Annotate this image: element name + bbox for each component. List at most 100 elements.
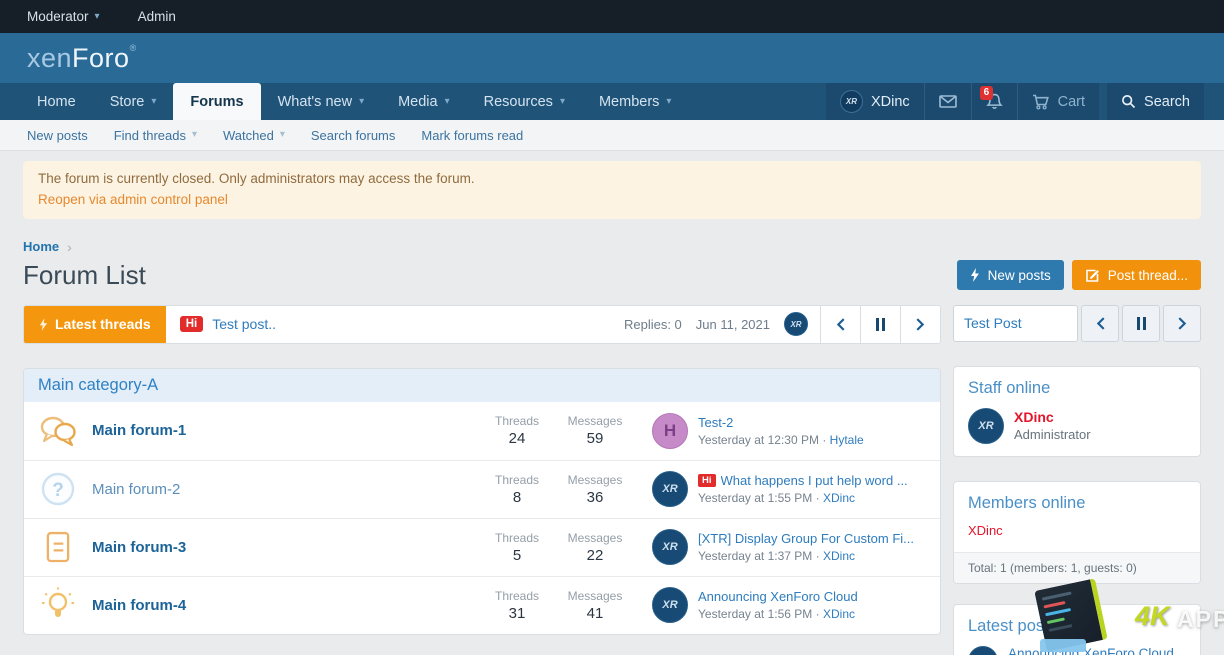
meta-separator: ·	[816, 491, 820, 505]
thread-prefix-badge[interactable]: Hi	[698, 474, 716, 487]
alerts-button[interactable]: 6	[971, 83, 1017, 120]
xtr-avatar[interactable]: XR	[652, 471, 688, 507]
carousel-controls	[820, 306, 940, 343]
subnav-find-threads-label: Find threads	[114, 128, 186, 143]
subnav-find-threads[interactable]: Find threads ▾	[101, 128, 210, 143]
subnav-search-forums[interactable]: Search forums	[298, 128, 409, 143]
messages-value: 36	[556, 489, 634, 506]
sidebar-carousel-pause-button[interactable]	[1122, 305, 1160, 342]
account-menu[interactable]: XR XDinc	[826, 83, 924, 120]
nav-media[interactable]: Media ▾	[381, 83, 467, 120]
nav-store-label: Store	[110, 94, 145, 110]
xtr-avatar[interactable]: XR	[652, 529, 688, 565]
nav-resources[interactable]: Resources ▾	[467, 83, 582, 120]
new-posts-button[interactable]: New posts	[957, 260, 1064, 290]
members-online-widget: Members online XDinc Total: 1 (members: …	[953, 481, 1201, 584]
category-block: Main category-A Main forum-1 Threads	[23, 368, 941, 635]
latest-posts-widget: Latest posts XR Announcing XenForo Cloud…	[953, 604, 1201, 655]
last-post-title[interactable]: [XTR] Display Group For Custom Fi...	[698, 531, 914, 546]
nav-home[interactable]: Home	[20, 83, 93, 120]
staff-member-name[interactable]: XDinc	[1014, 409, 1091, 425]
xtr-avatar[interactable]: XR	[968, 408, 1004, 444]
latest-threads-label: Latest threads	[55, 316, 151, 332]
last-post-author[interactable]: XDinc	[823, 491, 855, 505]
alert-count-badge: 6	[980, 86, 994, 100]
xenforo-logo[interactable]: xenForo®	[27, 43, 137, 74]
xtr-avatar[interactable]: XR	[652, 587, 688, 623]
carousel-replies: Replies: 0	[624, 317, 682, 332]
messages-label: Messages	[556, 414, 634, 428]
latest-threads-tab[interactable]: Latest threads	[24, 306, 166, 343]
subnav-new-posts[interactable]: New posts	[27, 128, 101, 143]
threads-stat: Threads 5	[478, 531, 556, 564]
latest-posts-heading: Latest posts	[968, 617, 1186, 636]
breadcrumb: Home ›	[23, 239, 1201, 255]
caret-down-icon: ▾	[666, 97, 671, 107]
category-header[interactable]: Main category-A	[24, 369, 940, 402]
sidebar-carousel: Test Post	[953, 305, 1201, 342]
carousel-thread-title[interactable]: Test post..	[212, 316, 276, 332]
chevron-left-icon	[1096, 317, 1105, 330]
xtr-avatar[interactable]: XR	[968, 646, 998, 655]
forum-link[interactable]: Main forum-1	[92, 422, 478, 439]
cart-button[interactable]: Cart	[1017, 83, 1099, 120]
last-post-author[interactable]: XDinc	[823, 607, 855, 621]
forum-link[interactable]: Main forum-3	[92, 539, 478, 556]
xtr-avatar[interactable]: XR	[784, 312, 808, 336]
admin-menu[interactable]: Admin	[138, 9, 176, 24]
nav-forums[interactable]: Forums	[173, 83, 260, 120]
carousel-prev-button[interactable]	[820, 306, 860, 343]
last-post-title[interactable]: Test-2	[698, 415, 733, 430]
last-post-author[interactable]: XDinc	[823, 549, 855, 563]
members-online-heading: Members online	[968, 494, 1186, 513]
last-post-title[interactable]: Announcing XenForo Cloud	[698, 589, 858, 604]
notice-admin-link[interactable]: Reopen via admin control panel	[38, 190, 1186, 211]
nav-store[interactable]: Store ▾	[93, 83, 174, 120]
search-button[interactable]: Search	[1107, 83, 1204, 120]
moderator-menu[interactable]: Moderator ▾	[27, 9, 100, 24]
last-post-author[interactable]: Hytale	[830, 433, 864, 447]
content-columns: Latest threads Hi Test post.. Replies: 0…	[23, 305, 1201, 655]
nav-gap	[1099, 83, 1107, 120]
messages-label: Messages	[556, 589, 634, 603]
nav-members[interactable]: Members ▾	[582, 83, 688, 120]
threads-value: 8	[478, 489, 556, 506]
online-member-name[interactable]: XDinc	[968, 523, 1186, 538]
forum-link[interactable]: Main forum-4	[92, 597, 478, 614]
sidebar-carousel-thread[interactable]: Test Post	[953, 305, 1078, 342]
post-thread-button[interactable]: Post thread...	[1072, 260, 1201, 290]
meta-separator: ·	[822, 433, 826, 447]
username: XDinc	[871, 94, 910, 110]
letter-avatar[interactable]: H	[652, 413, 688, 449]
account-block: XR XDinc 6 Cart	[826, 83, 1099, 120]
nav-forums-label: Forums	[190, 94, 243, 110]
messages-value: 22	[556, 547, 634, 564]
inbox-button[interactable]	[924, 83, 971, 120]
last-post-title[interactable]: What happens I put help word ...	[721, 473, 908, 488]
search-label: Search	[1144, 94, 1190, 110]
carousel-thread: Hi Test post..	[166, 306, 624, 343]
title-row: Forum List New posts Post thread...	[23, 260, 1201, 291]
post-thread-button-label: Post thread...	[1108, 268, 1188, 283]
staff-member-item: XR XDinc Administrator	[968, 408, 1186, 444]
caret-down-icon: ▾	[560, 97, 565, 107]
sidebar-carousel-next-button[interactable]	[1163, 305, 1201, 342]
forum-link[interactable]: Main forum-2	[92, 481, 478, 498]
subnav-mark-read[interactable]: Mark forums read	[408, 128, 536, 143]
thread-prefix-badge[interactable]: Hi	[180, 316, 204, 332]
site-header: xenForo®	[0, 33, 1224, 83]
threads-stat: Threads 31	[478, 589, 556, 622]
sidebar-carousel-prev-button[interactable]	[1081, 305, 1119, 342]
chevron-right-icon	[1178, 317, 1187, 330]
subnav-watched[interactable]: Watched ▾	[210, 128, 298, 143]
caret-down-icon: ▾	[445, 97, 450, 107]
latest-post-title[interactable]: Announcing XenForo Cloud	[1008, 646, 1183, 655]
carousel-next-button[interactable]	[900, 306, 940, 343]
breadcrumb-home[interactable]: Home	[23, 239, 59, 254]
subnav-watched-label: Watched	[223, 128, 274, 143]
logo-foro: Foro	[72, 43, 130, 73]
carousel-pause-button[interactable]	[860, 306, 900, 343]
nav-whats-new[interactable]: What's new ▾	[261, 83, 382, 120]
svg-text:?: ?	[52, 480, 64, 501]
notice-message: The forum is currently closed. Only admi…	[38, 169, 1186, 190]
